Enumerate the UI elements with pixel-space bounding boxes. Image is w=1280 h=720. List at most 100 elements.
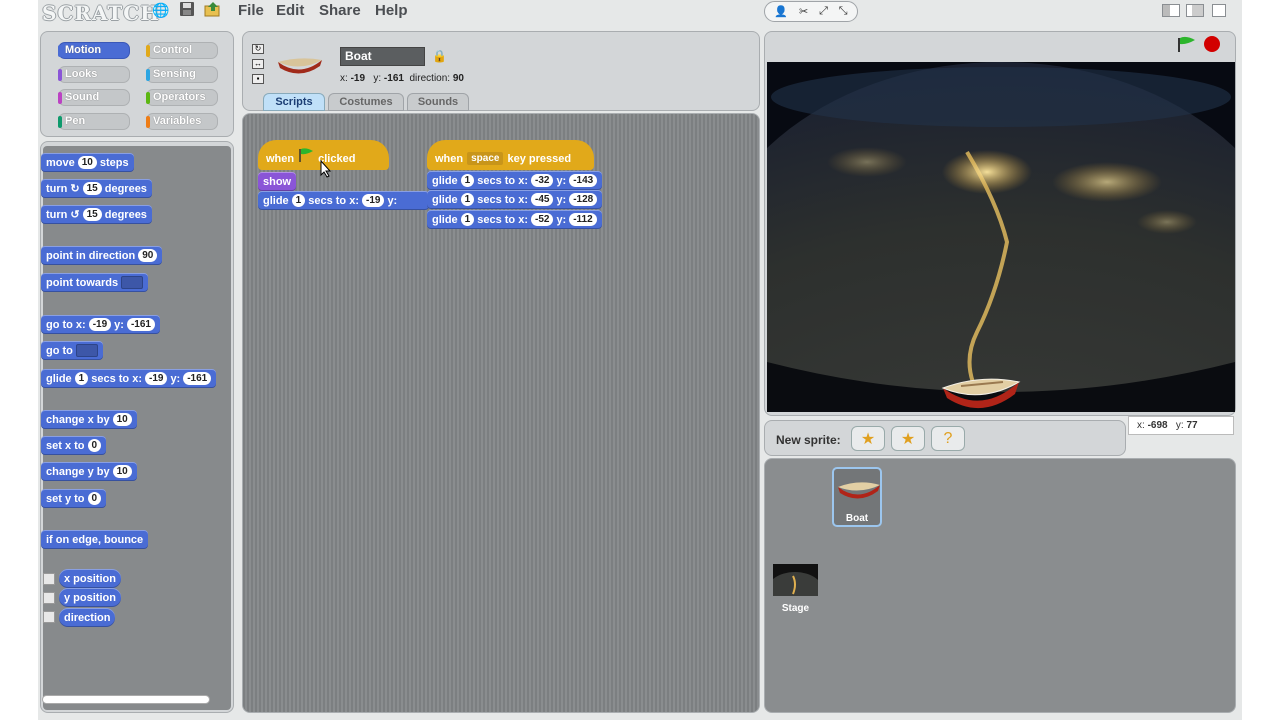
duplicate-tool-icon[interactable]: 👤 xyxy=(774,5,788,18)
sprite-tile-boat[interactable]: Boat xyxy=(832,467,882,527)
category-label: Variables xyxy=(153,115,202,127)
earth-night-backdrop xyxy=(767,62,1235,412)
sprite-tools-bar: 👤 ✂ ⤢ ⤡ xyxy=(764,1,858,22)
green-flag-button[interactable] xyxy=(1176,36,1196,57)
presentation-mode-icon[interactable] xyxy=(1212,4,1226,17)
turn-counterclockwise-block[interactable]: turn ↺ 15 degrees xyxy=(41,205,152,224)
paint-sprite-button[interactable]: ★ xyxy=(851,426,885,451)
random-sprite-button[interactable]: ? xyxy=(931,426,965,451)
folder-star-icon: ★ xyxy=(900,430,916,448)
rotate-style-full-icon[interactable]: ↻ xyxy=(252,44,264,54)
point-towards-block[interactable]: point towards xyxy=(41,273,149,292)
globe-icon[interactable]: 🌐 xyxy=(152,1,170,19)
glide-script-block[interactable]: glide 1 secs to x: -19 y: xyxy=(258,191,429,210)
delete-tool-icon[interactable]: ✂ xyxy=(799,5,808,18)
menu-share[interactable]: Share xyxy=(319,2,361,19)
key-dropdown[interactable]: space xyxy=(467,152,504,165)
turn-clockwise-block[interactable]: turn ↻ 15 degrees xyxy=(41,179,152,198)
target-dropdown[interactable] xyxy=(75,344,98,357)
category-label: Pen xyxy=(65,115,86,127)
category-variables[interactable]: Variables xyxy=(146,113,218,130)
rotate-style-none-icon[interactable]: ▪ xyxy=(252,74,264,84)
tab-costumes[interactable]: Costumes xyxy=(328,93,404,111)
when-key-pressed-hat[interactable]: when space key pressed xyxy=(427,140,594,170)
category-label: Motion xyxy=(65,44,102,56)
lock-icon[interactable]: 🔒 xyxy=(432,49,447,63)
direction-checkbox[interactable] xyxy=(43,611,55,623)
category-label: Control xyxy=(153,44,193,56)
mouse-coordinates: x: -698 y: 77 xyxy=(1128,416,1234,435)
menu-edit[interactable]: Edit xyxy=(276,2,304,19)
tab-sounds[interactable]: Sounds xyxy=(407,93,469,111)
glide-block-1[interactable]: glide 1 secs to x: -32 y: -143 xyxy=(427,171,603,190)
category-operators[interactable]: Operators xyxy=(146,89,218,106)
category-color-bar xyxy=(58,92,62,104)
small-stage-layout-icon[interactable] xyxy=(1162,4,1180,17)
share-icon[interactable] xyxy=(204,1,222,19)
shrink-tool-icon[interactable]: ⤡ xyxy=(839,5,848,18)
category-sound[interactable]: Sound xyxy=(58,89,130,106)
question-star-icon: ? xyxy=(943,429,953,447)
category-color-bar xyxy=(146,45,150,57)
direction-reporter[interactable]: direction xyxy=(59,608,116,627)
sprite-name-field[interactable]: Boat xyxy=(340,47,425,66)
go-to-xy-block[interactable]: go to x: -19 y: -161 xyxy=(41,315,160,334)
rotate-style-flip-icon[interactable]: ↔ xyxy=(252,59,264,69)
category-motion[interactable]: Motion xyxy=(58,42,130,59)
point-in-direction-block[interactable]: point in direction 90 xyxy=(41,246,163,265)
category-label: Sensing xyxy=(153,68,196,80)
new-sprite-label: New sprite: xyxy=(776,433,841,447)
x-position-reporter[interactable]: x position xyxy=(59,569,121,588)
glide-block[interactable]: glide 1 secs to x: -19 y: -161 xyxy=(41,369,217,388)
normal-stage-layout-icon[interactable] xyxy=(1186,4,1204,17)
set-y-block[interactable]: set y to 0 xyxy=(41,489,107,508)
mouse-cursor xyxy=(320,159,332,183)
sprite-tile-label: Boat xyxy=(845,513,869,524)
category-label: Sound xyxy=(65,91,100,103)
glide-block-2[interactable]: glide 1 secs to x: -45 y: -128 xyxy=(427,190,603,209)
grow-tool-icon[interactable]: ⤢ xyxy=(819,5,828,18)
category-color-bar xyxy=(146,69,150,81)
green-flag-icon xyxy=(298,148,314,165)
sprite-position-readout: x: -19 y: -161 direction: 90 xyxy=(340,73,464,84)
show-block[interactable]: show xyxy=(258,172,297,191)
stage-thumbnail-label: Stage xyxy=(781,603,810,614)
tab-scripts[interactable]: Scripts xyxy=(263,93,325,111)
y-position-reporter[interactable]: y position xyxy=(59,588,121,607)
category-pen[interactable]: Pen xyxy=(58,113,130,130)
rotate-cw-icon: ↻ xyxy=(70,183,80,195)
sprite-dropdown[interactable] xyxy=(121,276,144,289)
category-control[interactable]: Control xyxy=(146,42,218,59)
category-sensing[interactable]: Sensing xyxy=(146,66,218,83)
glide-block-3[interactable]: glide 1 secs to x: -52 y: -112 xyxy=(427,210,602,229)
stop-button[interactable] xyxy=(1204,36,1220,52)
move-steps-block[interactable]: move 10 steps xyxy=(41,153,134,172)
category-color-bar xyxy=(146,92,150,104)
menu-file[interactable]: File xyxy=(238,2,264,19)
y-position-checkbox[interactable] xyxy=(43,592,55,604)
sprite-thumbnail xyxy=(276,52,324,83)
change-y-block[interactable]: change y by 10 xyxy=(41,462,137,481)
x-position-checkbox[interactable] xyxy=(43,573,55,585)
category-color-bar xyxy=(58,69,62,81)
boat-thumbnail xyxy=(838,482,880,499)
bounce-block[interactable]: if on edge, bounce xyxy=(41,530,149,549)
scratch-logo[interactable]: SCRATCH xyxy=(42,1,160,25)
category-label: Looks xyxy=(65,68,98,80)
category-color-bar xyxy=(146,116,150,128)
paint-star-icon: ★ xyxy=(860,430,876,448)
stage[interactable] xyxy=(767,62,1235,412)
go-to-block[interactable]: go to xyxy=(41,341,103,360)
stage-thumbnail[interactable] xyxy=(773,564,818,596)
category-looks[interactable]: Looks xyxy=(58,66,130,83)
save-icon[interactable] xyxy=(178,1,196,19)
boat-sprite[interactable] xyxy=(939,372,1023,412)
category-color-bar xyxy=(58,45,62,57)
change-x-block[interactable]: change x by 10 xyxy=(41,410,137,429)
category-label: Operators xyxy=(153,91,206,103)
rotate-ccw-icon: ↺ xyxy=(70,209,80,221)
choose-sprite-button[interactable]: ★ xyxy=(891,426,925,451)
set-x-block[interactable]: set x to 0 xyxy=(41,436,107,455)
menu-help[interactable]: Help xyxy=(375,2,408,19)
palette-horizontal-scrollbar[interactable] xyxy=(42,695,210,704)
